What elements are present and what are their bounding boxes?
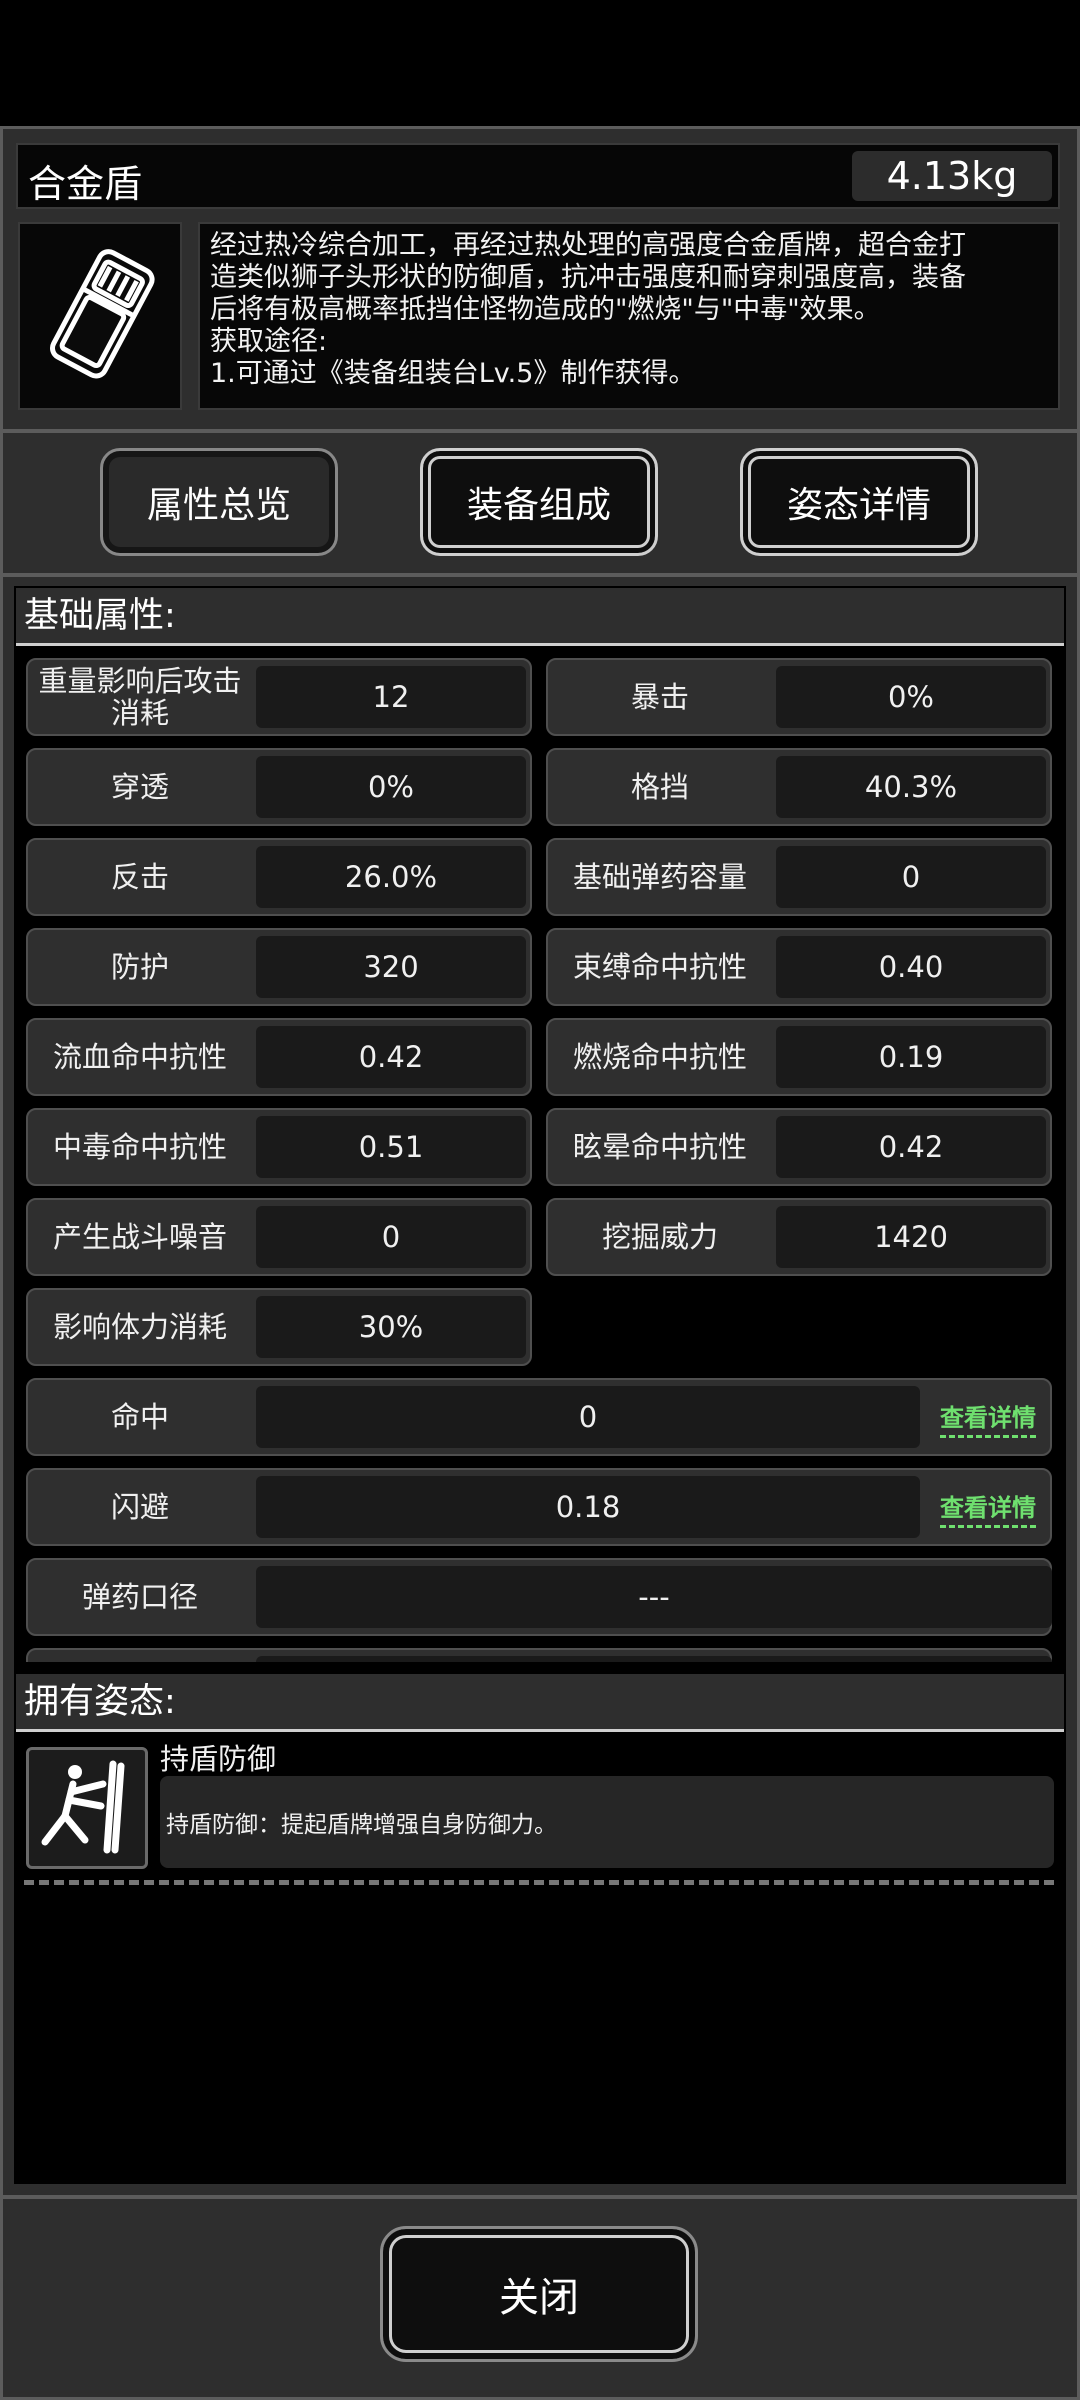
attr-ammo-capacity: 基础弹药容量 0 xyxy=(546,838,1052,916)
shield-stance-icon[interactable] xyxy=(26,1747,148,1869)
attr-label: 眩晕命中抗性 xyxy=(572,1130,747,1164)
attr-label: 弹药口径 xyxy=(81,1580,198,1614)
tab-attribute-overview[interactable]: 属性总览 xyxy=(100,448,338,556)
attr-label: 影响体力消耗 xyxy=(52,1310,227,1344)
attr-label: 流血命中抗性 xyxy=(52,1040,227,1074)
item-name: 合金盾 xyxy=(28,162,143,206)
attr-value: 0.40 xyxy=(776,936,1046,998)
attr-value: 12 xyxy=(256,666,526,728)
attr-value: 0.51 xyxy=(256,1116,526,1178)
attr-value: 320 xyxy=(256,936,526,998)
stance-name: 持盾防御 xyxy=(160,1742,277,1776)
evasion-details-link[interactable]: 查看详情 xyxy=(940,1488,1036,1528)
attr-label: 中毒命中抗性 xyxy=(52,1130,227,1164)
attr-label: 格挡 xyxy=(630,770,689,804)
attr-label: 基础弹药容量 xyxy=(572,860,747,894)
attr-block: 格挡 40.3% xyxy=(546,748,1052,826)
attr-label: 暴击 xyxy=(630,680,689,714)
attr-bind-resist: 束缚命中抗性 0.40 xyxy=(546,928,1052,1006)
attr-value: 40.3% xyxy=(776,756,1046,818)
attr-dig-power: 挖掘威力 1420 xyxy=(546,1198,1052,1276)
attr-value: 0.42 xyxy=(776,1116,1046,1178)
close-button[interactable]: 关闭 xyxy=(380,2226,698,2362)
stance-header: 拥有姿态: xyxy=(16,1674,1064,1732)
attr-bleed-resist: 流血命中抗性 0.42 xyxy=(26,1018,532,1096)
attr-label: 穿透 xyxy=(110,770,169,804)
accuracy-details-link[interactable]: 查看详情 xyxy=(940,1398,1036,1438)
attr-label: 反击 xyxy=(110,860,169,894)
attr-accuracy: 命中 0 查看详情 xyxy=(26,1378,1052,1456)
attr-ammo-caliber: 弹药口径 --- xyxy=(26,1558,1052,1636)
attr-stun-resist: 眩晕命中抗性 0.42 xyxy=(546,1108,1052,1186)
item-title-bar: 合金盾 4.13kg xyxy=(16,143,1060,209)
attr-crit: 暴击 0% xyxy=(546,658,1052,736)
attr-label: 重量影响后攻击消耗 xyxy=(38,664,242,730)
attr-label: 束缚命中抗性 xyxy=(572,950,747,984)
attr-value: 1420 xyxy=(776,1206,1046,1268)
attr-value: 0% xyxy=(776,666,1046,728)
attr-value: 0.19 xyxy=(776,1026,1046,1088)
tab-label: 姿态详情 xyxy=(786,485,931,526)
attr-value: 0% xyxy=(256,756,526,818)
attr-evasion: 闪避 0.18 查看详情 xyxy=(26,1468,1052,1546)
shield-icon xyxy=(18,222,182,410)
description-line: 1.可通过《装备组装台Lv.5》制作获得。 xyxy=(210,358,696,389)
description-line: 经过热冷综合加工，再经过热处理的高强度合金盾牌，超合金打 xyxy=(210,230,966,261)
attr-label: 命中 xyxy=(110,1400,169,1434)
attr-value: 0 xyxy=(776,846,1046,908)
attributes-header: 基础属性: xyxy=(16,588,1064,646)
attr-protection: 防护 320 xyxy=(26,928,532,1006)
attr-combat-noise: 产生战斗噪音 0 xyxy=(26,1198,532,1276)
description-line: 造类似狮子头形状的防御盾，抗冲击强度和耐穿刺强度高，装备 xyxy=(210,262,966,293)
attr-value: 0.18 xyxy=(256,1476,920,1538)
attr-value: 0 xyxy=(256,1386,920,1448)
item-weight: 4.13kg xyxy=(852,151,1052,201)
attr-value: 0 xyxy=(256,1206,526,1268)
attr-poison-resist: 中毒命中抗性 0.51 xyxy=(26,1108,532,1186)
attr-label: 燃烧命中抗性 xyxy=(572,1040,747,1074)
tab-stance-details[interactable]: 姿态详情 xyxy=(740,448,978,556)
attr-value: --- xyxy=(256,1566,1052,1628)
attr-value xyxy=(256,1656,1052,1662)
attr-penetration: 穿透 0% xyxy=(26,748,532,826)
tab-label: 属性总览 xyxy=(146,485,291,526)
attr-burn-resist: 燃烧命中抗性 0.19 xyxy=(546,1018,1052,1096)
attr-value: 0.42 xyxy=(256,1026,526,1088)
tab-equipment-composition[interactable]: 装备组成 xyxy=(420,448,658,556)
attr-label: 闪避 xyxy=(110,1490,169,1524)
attributes-list[interactable]: 重量影响后攻击消耗 12 暴击 0% 穿透 0% 格挡 40.3% 反击 26.… xyxy=(16,650,1064,1662)
attr-label: 防护 xyxy=(110,950,169,984)
attr-label: 挖掘威力 xyxy=(601,1220,718,1254)
close-button-label: 关闭 xyxy=(499,2275,579,2321)
attr-counter: 反击 26.0% xyxy=(26,838,532,916)
description-line: 获取途径: xyxy=(210,326,328,357)
stance-description: 持盾防御：提起盾牌增强自身防御力。 xyxy=(160,1776,1054,1868)
tab-label: 装备组成 xyxy=(466,485,611,526)
divider xyxy=(24,1880,1054,1885)
attr-row-partial xyxy=(26,1648,1052,1662)
attr-stamina-cost: 影响体力消耗 30% xyxy=(26,1288,532,1366)
attr-weight-attack-cost: 重量影响后攻击消耗 12 xyxy=(26,658,532,736)
attr-value: 30% xyxy=(256,1296,526,1358)
description-line: 后将有极高概率抵挡住怪物造成的"燃烧"与"中毒"效果。 xyxy=(210,294,881,325)
attr-label: 产生战斗噪音 xyxy=(52,1220,227,1254)
item-description: 经过热冷综合加工，再经过热处理的高强度合金盾牌，超合金打 造类似狮子头形状的防御… xyxy=(198,222,1060,410)
attr-value: 26.0% xyxy=(256,846,526,908)
